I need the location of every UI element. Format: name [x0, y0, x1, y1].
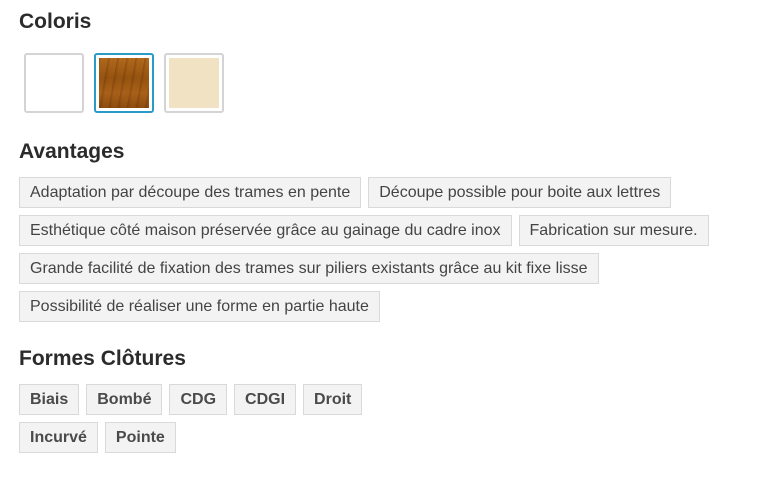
swatch-cream-fill [169, 58, 219, 108]
formes-tag-list: Biais Bombé CDG CDGI Droit Incurvé Point… [19, 384, 419, 460]
forme-tag-cdg[interactable]: CDG [169, 384, 228, 415]
forme-tag-biais[interactable]: Biais [19, 384, 80, 415]
forme-tag-droit[interactable]: Droit [303, 384, 363, 415]
formes-clotures-heading: Formes Clôtures [19, 347, 186, 370]
avantage-tag[interactable]: Grande facilité de fixation des trames s… [19, 253, 599, 284]
swatch-cream[interactable] [164, 53, 224, 113]
coloris-heading: Coloris [19, 10, 92, 33]
tag-row: Incurvé Pointe [19, 422, 419, 453]
color-swatches [24, 53, 224, 113]
tag-row: Esthétique côté maison préservée grâce a… [19, 215, 759, 246]
swatch-white[interactable] [24, 53, 84, 113]
tag-row: Grande facilité de fixation des trames s… [19, 253, 759, 284]
avantage-tag[interactable]: Possibilité de réaliser une forme en par… [19, 291, 380, 322]
avantages-heading: Avantages [19, 140, 125, 163]
swatch-wood-fill [99, 58, 149, 108]
tag-row: Adaptation par découpe des trames en pen… [19, 177, 759, 208]
avantages-tag-list: Adaptation par découpe des trames en pen… [19, 177, 759, 329]
forme-tag-cdgi[interactable]: CDGI [234, 384, 297, 415]
forme-tag-pointe[interactable]: Pointe [104, 422, 176, 453]
avantage-tag[interactable]: Fabrication sur mesure. [518, 215, 709, 246]
avantage-tag[interactable]: Adaptation par découpe des trames en pen… [19, 177, 362, 208]
avantage-tag[interactable]: Esthétique côté maison préservée grâce a… [19, 215, 512, 246]
forme-tag-bombe[interactable]: Bombé [86, 384, 163, 415]
swatch-white-fill [29, 58, 79, 108]
avantage-tag[interactable]: Découpe possible pour boite aux lettres [368, 177, 672, 208]
tag-row: Biais Bombé CDG CDGI Droit [19, 384, 419, 415]
forme-tag-incurve[interactable]: Incurvé [19, 422, 98, 453]
swatch-wood[interactable] [94, 53, 154, 113]
tag-row: Possibilité de réaliser une forme en par… [19, 291, 759, 322]
